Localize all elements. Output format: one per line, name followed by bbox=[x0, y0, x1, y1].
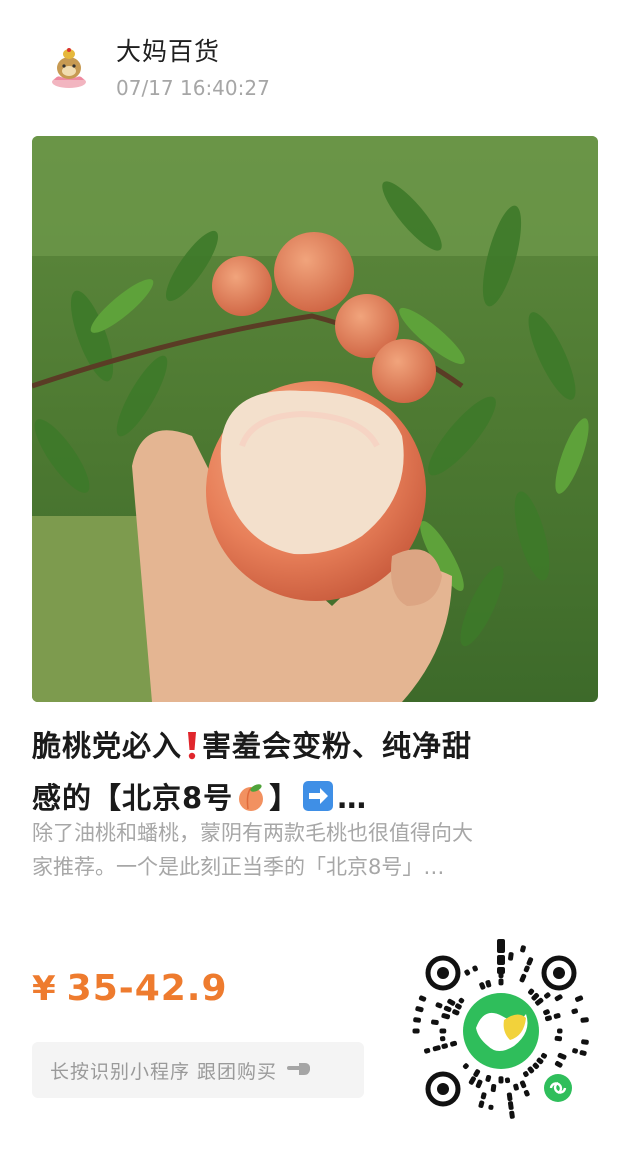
mini-program-qr-code[interactable] bbox=[406, 936, 596, 1126]
mini-program-cta-button[interactable]: 长按识别小程序 跟团购买 bbox=[32, 1042, 364, 1098]
description-line-1: 除了油桃和蟠桃，蒙阴有两款毛桃也很值得向大 bbox=[32, 821, 473, 845]
product-title[interactable]: 脆桃党必入 害羞会变粉、纯净甜 感的【北京8号】… bbox=[32, 722, 598, 826]
post-header: 大妈百货 07/17 16:40:27 bbox=[0, 0, 630, 120]
price-currency: ¥ bbox=[32, 969, 57, 1009]
shop-name[interactable]: 大妈百货 bbox=[116, 32, 220, 68]
price-range: 35-42.9 bbox=[66, 968, 228, 1009]
product-photo[interactable] bbox=[32, 136, 598, 702]
exclamation-icon bbox=[185, 726, 199, 774]
description-line-2: 家推荐。一个是此刻正当季的「北京8号」… bbox=[32, 855, 445, 879]
mascot-avatar-icon[interactable] bbox=[48, 44, 90, 90]
title-line-1: 脆桃党必入 害羞会变粉、纯净甜 bbox=[32, 722, 598, 774]
product-description: 除了油桃和蟠桃，蒙阴有两款毛桃也很值得向大 家推荐。一个是此刻正当季的「北京8号… bbox=[32, 816, 598, 884]
cta-label: 长按识别小程序 跟团购买 bbox=[50, 1060, 278, 1083]
hand-pointer-icon bbox=[287, 1059, 313, 1081]
price: ¥35-42.9 bbox=[32, 968, 228, 1009]
post-timestamp: 07/17 16:40:27 bbox=[116, 76, 270, 100]
